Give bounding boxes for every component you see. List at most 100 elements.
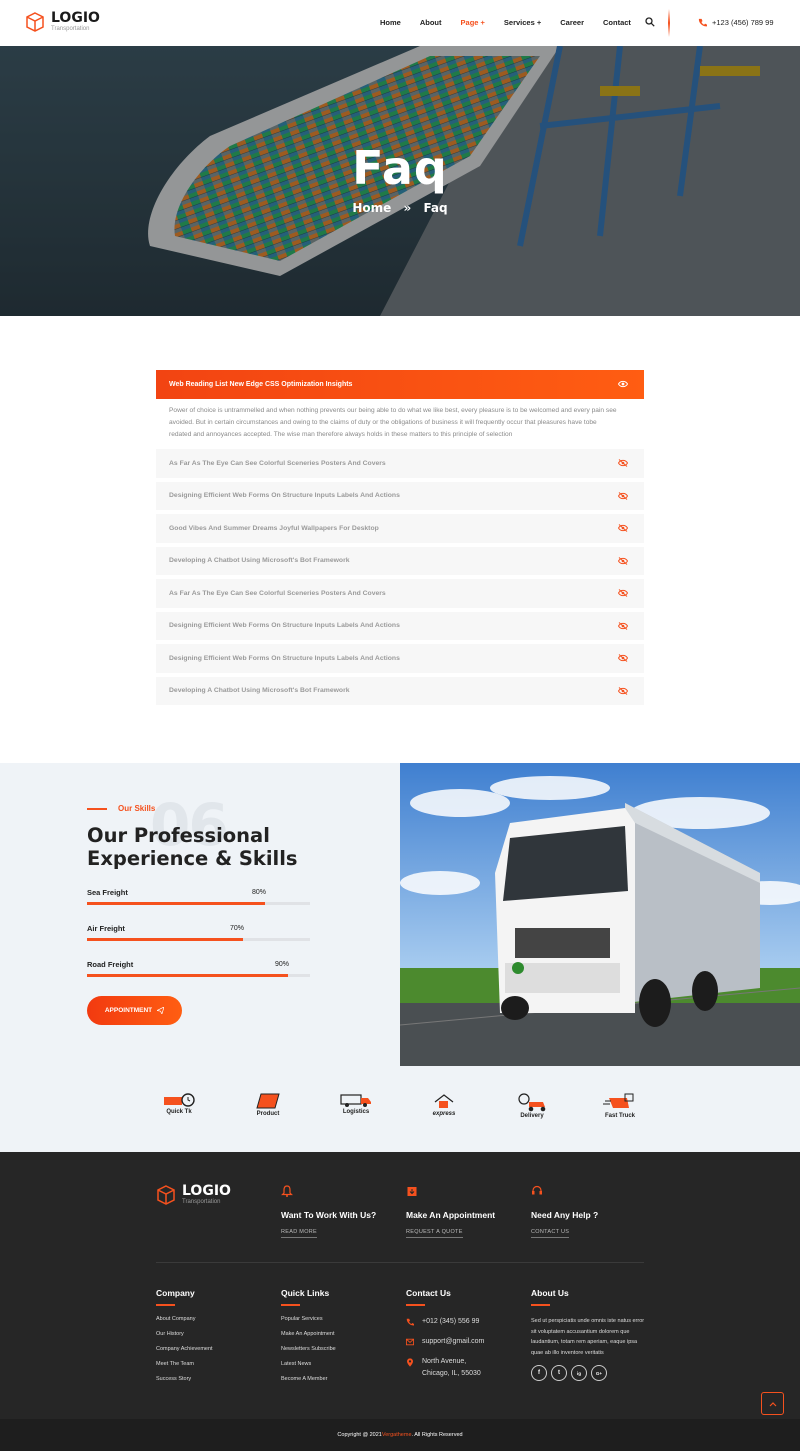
nav-about[interactable]: About xyxy=(420,18,442,27)
main-nav: Home About Page + Services + Career Cont… xyxy=(380,18,650,27)
truck-picture xyxy=(400,763,800,1066)
brand-delivery: Delivery xyxy=(507,1092,557,1119)
footer-link[interactable]: Our History xyxy=(156,1331,213,1346)
logo[interactable]: LOGIO Transportation xyxy=(25,11,100,33)
skills-title: Our Professional Experience & Skills xyxy=(87,824,298,870)
nav-services[interactable]: Services + xyxy=(504,18,541,27)
box-logo-icon xyxy=(26,12,44,32)
heading-underline xyxy=(406,1304,425,1306)
footer-link[interactable]: Latest News xyxy=(281,1361,336,1376)
faq-answer: Power of choice is untrammelled and when… xyxy=(169,407,617,438)
footer-link[interactable]: Newsletters Subscribe xyxy=(281,1346,336,1361)
copyright-brand-link[interactable]: Vergatheme xyxy=(382,1432,412,1438)
phone-icon xyxy=(698,18,707,27)
footer-logo[interactable]: LOGIO Transportation xyxy=(156,1184,231,1206)
tag-line xyxy=(87,807,107,810)
bar-label-air: Air Freight xyxy=(87,924,125,933)
progress-bar-road xyxy=(87,974,310,977)
breadcrumb: Home » Faq xyxy=(0,201,800,215)
footer-about: About Us Sed ut perspiciatis unde omnis … xyxy=(531,1288,646,1381)
brand-name: Product xyxy=(256,1111,280,1117)
google-plus-icon[interactable]: G+ xyxy=(591,1365,607,1381)
scooter-icon xyxy=(518,1093,546,1112)
brand-quick-tk: Quick Tk xyxy=(154,1092,204,1115)
faq-question: Designing Efficient Web Forms On Structu… xyxy=(169,492,400,500)
appointment-label: APPOINTMENT xyxy=(104,1007,153,1014)
location-pin-icon xyxy=(407,1358,413,1367)
faq-accordion: Web Reading List New Edge CSS Optimizati… xyxy=(156,370,644,709)
chevron-up-icon xyxy=(769,1401,776,1406)
nav-contact[interactable]: Contact xyxy=(603,18,631,27)
scroll-to-top-button[interactable] xyxy=(761,1392,784,1415)
breadcrumb-current: Faq xyxy=(423,201,448,215)
faq-item[interactable]: Good Vibes And Summer Dreams Joyful Wall… xyxy=(156,514,644,543)
footer-link[interactable]: Become A Member xyxy=(281,1376,336,1391)
skills-tag: Our Skills xyxy=(87,804,155,813)
footer-link[interactable]: About Company xyxy=(156,1316,213,1331)
twitter-icon[interactable]: t xyxy=(551,1365,567,1381)
read-more-link[interactable]: READ MORE xyxy=(281,1229,318,1238)
contact-phone[interactable]: +012 (345) 556 99 xyxy=(406,1316,484,1328)
truck-icon xyxy=(340,1094,371,1107)
bar-label-sea: Sea Freight xyxy=(87,888,128,897)
skills-tag-label: Our Skills xyxy=(118,804,156,813)
request-quote-link[interactable]: REQUEST A QUOTE xyxy=(406,1229,463,1238)
appointment-button[interactable]: APPOINTMENT xyxy=(87,996,182,1025)
box-icon xyxy=(256,1093,280,1109)
footer-link[interactable]: Company Achievement xyxy=(156,1346,213,1361)
footer-link[interactable]: Meet The Team xyxy=(156,1361,213,1376)
brand-product: Product xyxy=(243,1092,293,1117)
phone-icon xyxy=(406,1318,414,1326)
paper-plane-icon xyxy=(157,1007,165,1014)
progress-fill xyxy=(87,974,288,977)
heading-underline xyxy=(531,1304,550,1306)
breadcrumb-home[interactable]: Home xyxy=(352,201,391,215)
cta-title: Make An Appointment xyxy=(406,1210,496,1220)
cta-title: Need Any Help ? xyxy=(531,1210,599,1220)
footer-company: Company About Company Our History Compan… xyxy=(156,1288,213,1391)
progress-bar-sea xyxy=(87,902,310,905)
bar-pct-air: 70% xyxy=(230,925,245,932)
faq-question: Developing A Chatbot Using Microsoft's B… xyxy=(169,687,350,695)
footer-brand-name: LOGIO xyxy=(182,1183,231,1199)
nav-home[interactable]: Home xyxy=(380,18,401,27)
faq-item[interactable]: As Far As The Eye Can See Colorful Scene… xyxy=(156,579,644,608)
site-footer: LOGIO Transportation Want To Work With U… xyxy=(0,1152,800,1419)
page-title: Faq xyxy=(352,141,448,195)
nav-page[interactable]: Page + xyxy=(461,18,485,27)
faq-item[interactable]: Designing Efficient Web Forms On Structu… xyxy=(156,611,644,640)
faq-item[interactable]: As Far As The Eye Can See Colorful Scene… xyxy=(156,449,644,478)
faq-item[interactable]: Developing A Chatbot Using Microsoft's B… xyxy=(156,546,644,575)
eye-slash-icon xyxy=(618,686,628,695)
footer-heading: Contact Us xyxy=(406,1288,451,1298)
phone-number: +123 (456) 789 99 xyxy=(712,18,774,27)
nav-career[interactable]: Career xyxy=(560,18,584,27)
faq-question: Designing Efficient Web Forms On Structu… xyxy=(169,654,400,662)
contact-email[interactable]: support@gmail.com xyxy=(406,1336,484,1348)
header-phone[interactable]: +123 (456) 789 99 xyxy=(698,18,774,27)
heading-underline xyxy=(281,1304,300,1306)
skills-section: 06 Our Skills Our Professional Experienc… xyxy=(0,763,400,1066)
faq-question: As Far As The Eye Can See Colorful Scene… xyxy=(169,589,386,597)
hero-banner: Faq Home » Faq xyxy=(0,46,800,316)
footer-heading: About Us xyxy=(531,1288,569,1298)
faq-item[interactable]: Developing A Chatbot Using Microsoft's B… xyxy=(156,676,644,705)
instagram-icon[interactable]: ig xyxy=(571,1365,587,1381)
search-icon[interactable] xyxy=(645,17,655,27)
footer-link[interactable]: Popular Services xyxy=(281,1316,336,1331)
headset-icon xyxy=(532,1185,542,1195)
cta-help: Need Any Help ? CONTACT US xyxy=(531,1184,598,1238)
faq-item-open[interactable]: Web Reading List New Edge CSS Optimizati… xyxy=(156,370,644,399)
faq-question: As Far As The Eye Can See Colorful Scene… xyxy=(169,459,386,467)
bar-pct-road: 90% xyxy=(275,961,290,968)
eye-slash-icon xyxy=(618,589,628,597)
contact-us-link[interactable]: CONTACT US xyxy=(531,1229,570,1238)
copyright-prefix: Copyright @ 2021 xyxy=(337,1432,382,1438)
footer-link[interactable]: Success Story xyxy=(156,1376,213,1391)
footer-link[interactable]: Make An Appointment xyxy=(281,1331,336,1346)
eye-slash-icon xyxy=(618,459,628,467)
faq-item[interactable]: Designing Efficient Web Forms On Structu… xyxy=(156,644,644,673)
copyright-bar: Copyright @ 2021 Vergatheme . All Rights… xyxy=(0,1419,800,1451)
faq-item[interactable]: Designing Efficient Web Forms On Structu… xyxy=(156,481,644,510)
facebook-icon[interactable]: f xyxy=(531,1365,547,1381)
